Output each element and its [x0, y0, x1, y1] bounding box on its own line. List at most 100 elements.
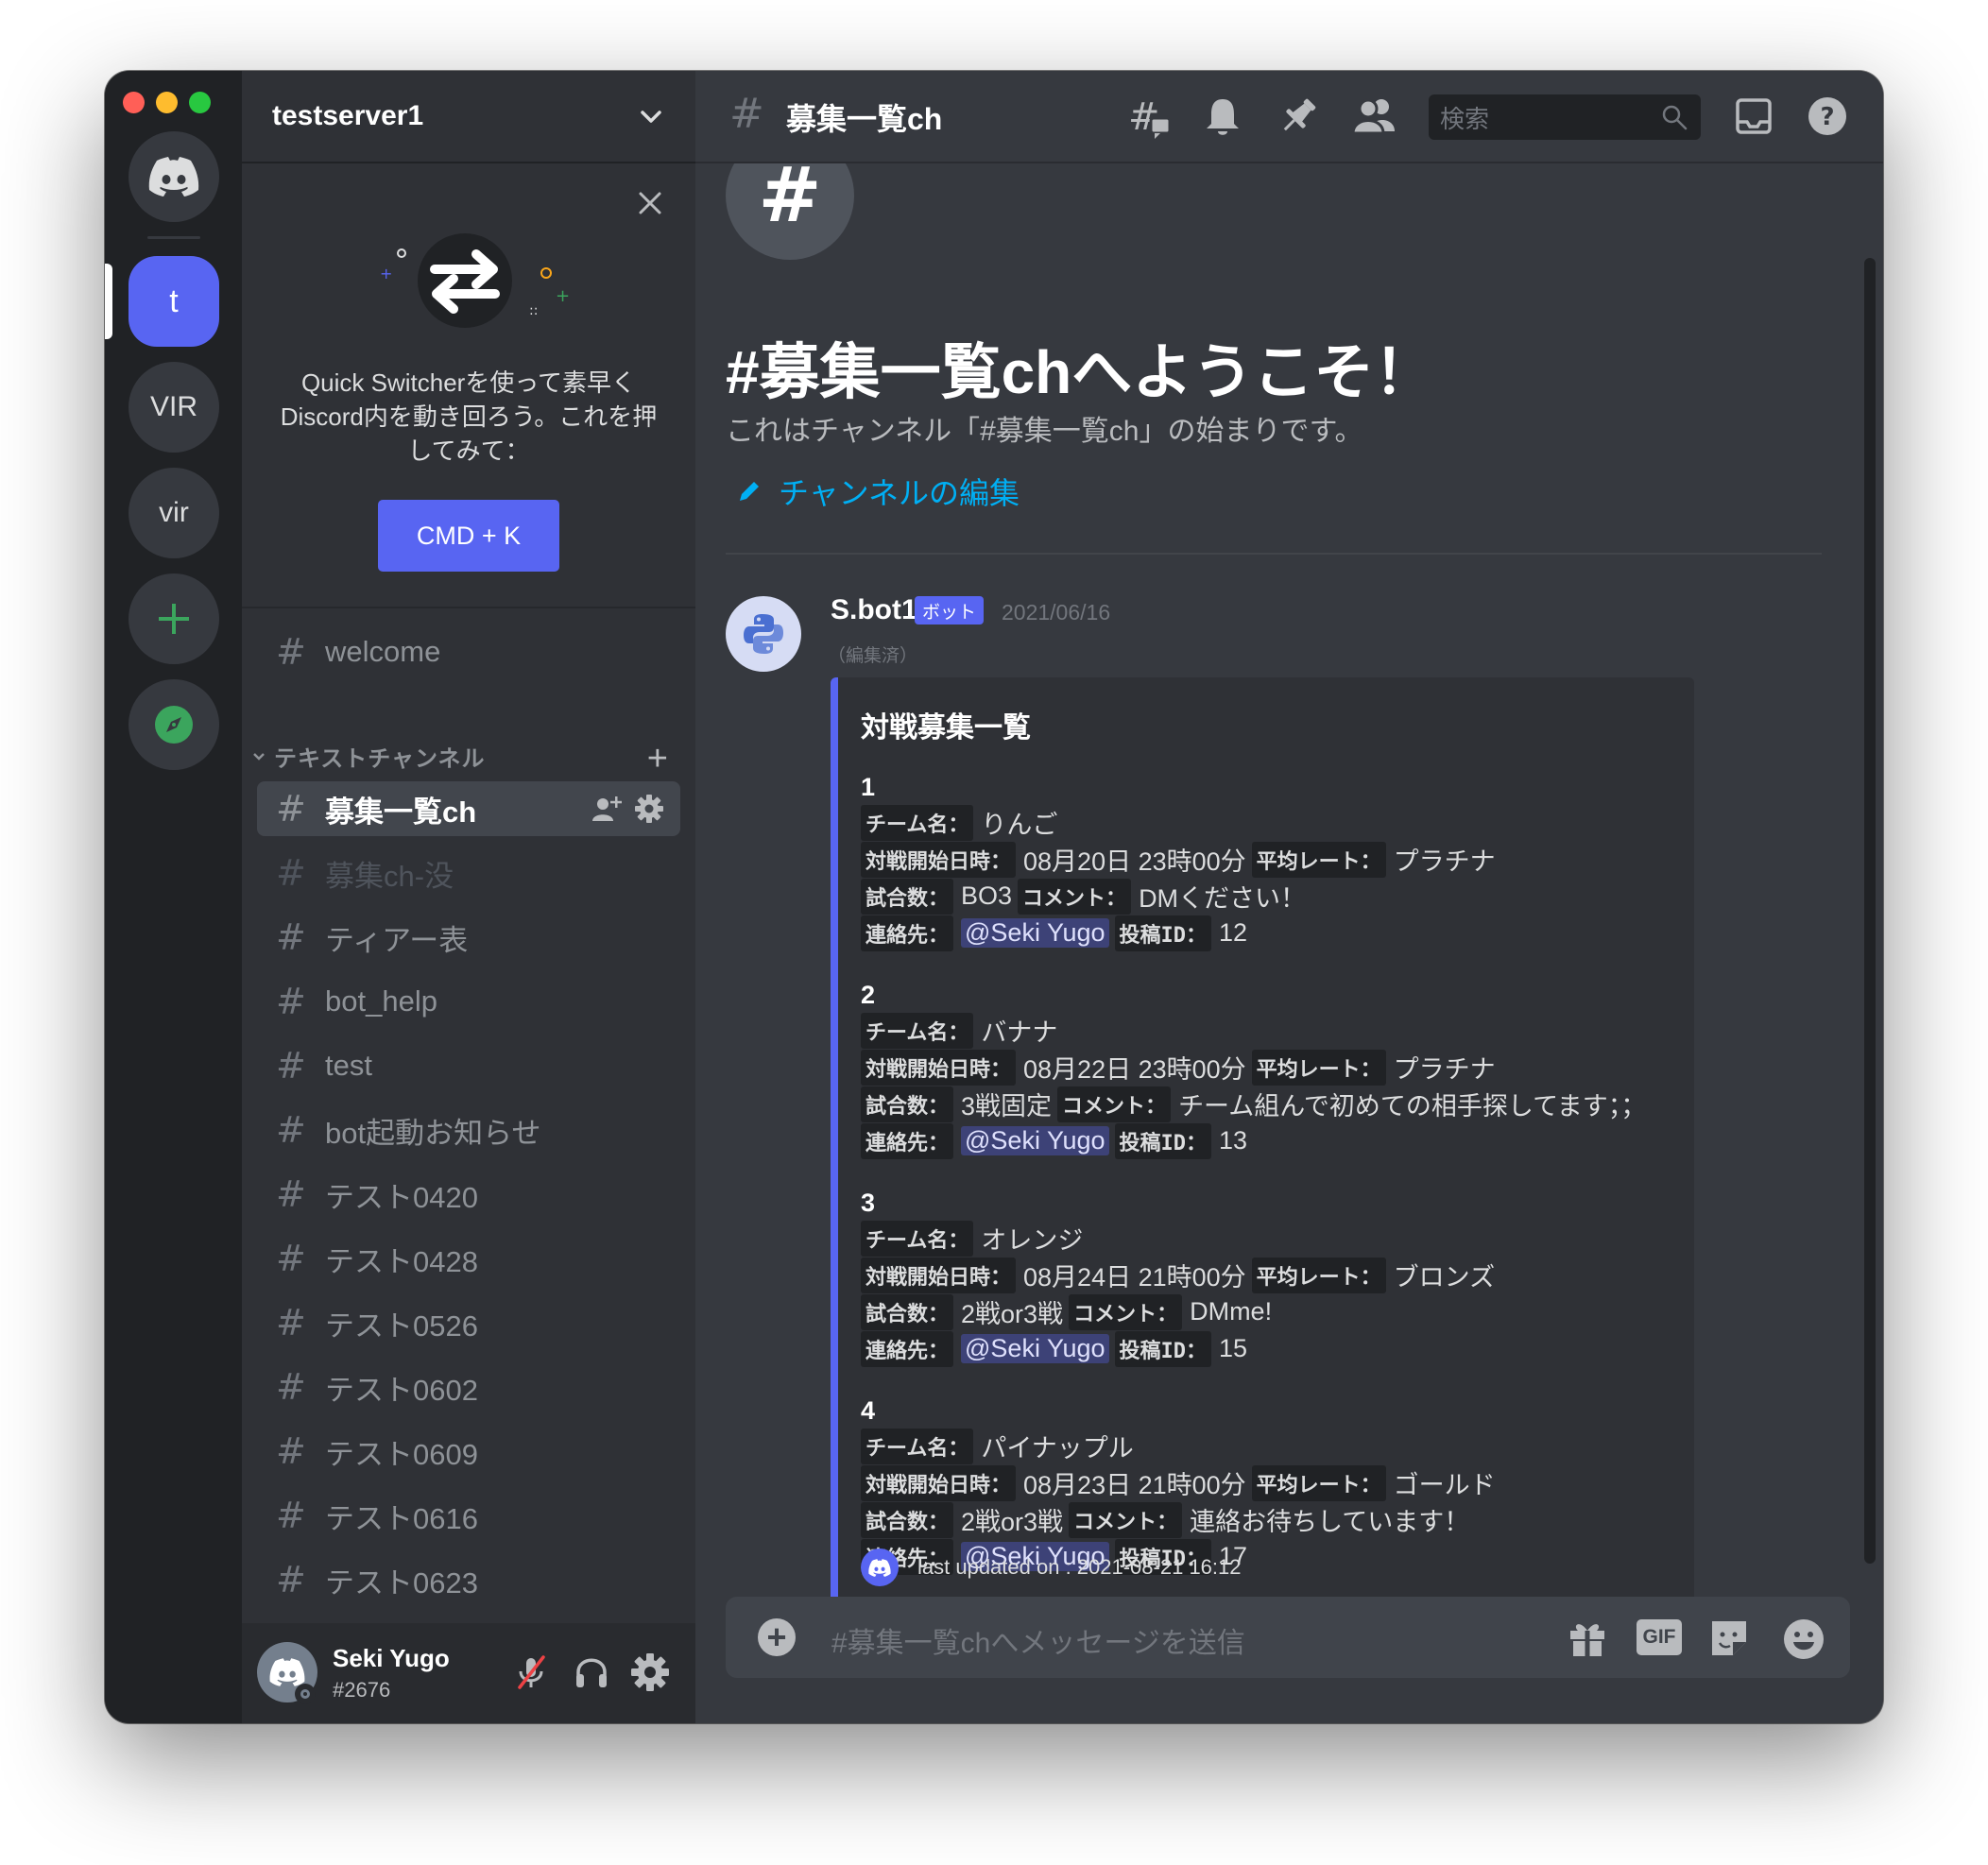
create-channel-icon[interactable]: + [647, 739, 669, 779]
server-vir[interactable]: vir [129, 468, 219, 558]
channel-label: テスト0420 [325, 1180, 478, 1214]
help-icon[interactable]: ? [1807, 95, 1848, 137]
channel-テスト0623[interactable]: # テスト0623 [257, 1552, 680, 1607]
gift-icon[interactable] [1567, 1617, 1608, 1659]
close-window-button[interactable] [123, 92, 145, 113]
upload-plus-icon[interactable]: + [758, 1617, 796, 1656]
emoji-icon[interactable] [1782, 1617, 1825, 1661]
entry-number: 1 [861, 773, 876, 801]
channel-テスト0609[interactable]: # テスト0609 [257, 1424, 680, 1479]
field-label: コメント： [1018, 878, 1132, 915]
user-mention[interactable]: @Seki Yugo [961, 918, 1109, 948]
entry-line: チーム名： りんご [861, 804, 1694, 841]
hash-icon: # [276, 1430, 306, 1472]
server-VIR[interactable]: VIR [129, 362, 219, 453]
field-label: コメント： [1069, 1293, 1183, 1330]
channel-label: 募集一覧ch [325, 795, 477, 829]
hash-icon: # [276, 1109, 306, 1151]
channel-ティアー表[interactable]: # ティアー表 [257, 910, 680, 965]
post-id: 12 [1219, 918, 1248, 947]
edit-channel-label: チャンネルの編集 [779, 476, 1020, 510]
close-icon[interactable] [637, 190, 663, 216]
status-badge [295, 1684, 316, 1704]
field-label: 対戦開始日時： [861, 1464, 1017, 1501]
bot-badge: ボット [915, 596, 985, 625]
channel-title: 募集一覧ch [786, 102, 943, 136]
field-label: 対戦開始日時： [861, 841, 1017, 878]
average-rate: プラチナ [1393, 1055, 1496, 1084]
channel-テスト0602[interactable]: # テスト0602 [257, 1360, 680, 1414]
server-t[interactable]: t [129, 256, 219, 347]
list-item: 3 チーム名： オレンジ 対戦開始日時： 08月24日 21時00分 平均レート… [861, 1186, 1694, 1367]
channel-label: テスト0609 [325, 1437, 478, 1471]
channel-test[interactable]: # test [257, 1038, 680, 1093]
post-id: 15 [1219, 1334, 1248, 1362]
channel-テスト0616[interactable]: # テスト0616 [257, 1488, 680, 1543]
message-author[interactable]: S.bot1 [831, 594, 917, 626]
members-icon[interactable] [1351, 95, 1397, 137]
message-composer[interactable]: + #募集一覧chへメッセージを送信 GIF [726, 1597, 1850, 1678]
channel-テスト0428[interactable]: # テスト0428 [257, 1231, 680, 1286]
channel-hash-icon: # [726, 163, 854, 260]
gear-icon[interactable] [635, 795, 663, 823]
edit-channel-link[interactable]: チャンネルの編集 [737, 470, 1020, 513]
minimize-window-button[interactable] [156, 92, 178, 113]
field-label: 投稿ID： [1114, 915, 1212, 951]
hash-icon: # [276, 1045, 306, 1086]
gif-icon[interactable]: GIF [1637, 1619, 1682, 1655]
search-input[interactable]: 検索 [1429, 94, 1701, 140]
scrollbar[interactable] [1864, 258, 1876, 1564]
pin-icon[interactable] [1277, 95, 1319, 137]
rail-separator [147, 236, 200, 239]
quick-switcher-button[interactable]: CMD + K [378, 500, 559, 572]
bot-avatar[interactable] [726, 596, 801, 672]
average-rate: プラチナ [1393, 847, 1496, 876]
inbox-icon[interactable] [1733, 95, 1774, 137]
field-label: コメント： [1057, 1086, 1172, 1122]
microphone-muted-icon[interactable] [512, 1653, 550, 1691]
channel-募集ch-没[interactable]: # 募集ch-没 [257, 846, 680, 900]
gear-icon[interactable] [631, 1653, 669, 1691]
channel-bot_help[interactable]: # bot_help [257, 974, 680, 1029]
search-icon [1662, 105, 1688, 130]
home-button[interactable] [129, 131, 219, 222]
start-datetime: 08月23日 21時00分 [1023, 1471, 1246, 1499]
message-input[interactable]: #募集一覧chへメッセージを送信 [831, 1619, 1245, 1661]
field-label: 対戦開始日時： [861, 1049, 1017, 1086]
category-label: テキストチャンネル [274, 745, 486, 772]
user-discriminator: #2676 [333, 1678, 391, 1702]
channel-テスト0526[interactable]: # テスト0526 [257, 1295, 680, 1350]
sticker-icon[interactable] [1708, 1617, 1750, 1659]
discord-logo-icon [269, 1658, 305, 1686]
zoom-window-button[interactable] [189, 92, 211, 113]
field-label: 試合数： [861, 1086, 954, 1122]
comment: DMください！ [1139, 884, 1307, 913]
category-text-channels[interactable]: テキストチャンネル + [249, 737, 680, 779]
channel-募集一覧ch[interactable]: # 募集一覧ch [257, 781, 680, 836]
explore-servers-button[interactable] [129, 679, 219, 770]
post-id: 13 [1219, 1126, 1248, 1155]
channel-welcome[interactable]: # welcome [257, 625, 680, 679]
threads-icon[interactable]: # [1126, 95, 1172, 141]
bell-icon[interactable] [1202, 95, 1243, 137]
field-label: チーム名： [861, 804, 974, 841]
hash-icon: # [729, 90, 764, 138]
entry-line: 対戦開始日時： 08月24日 21時00分 平均レート： ブロンズ [861, 1257, 1694, 1293]
edited-label: （編集済） [828, 646, 918, 666]
user-mention[interactable]: @Seki Yugo [961, 1334, 1109, 1363]
headphones-icon[interactable] [573, 1653, 610, 1691]
channel-bot起動お知らせ[interactable]: # bot起動お知らせ [257, 1103, 680, 1157]
list-item: 2 チーム名： バナナ 対戦開始日時： 08月22日 23時00分 平均レート：… [861, 978, 1694, 1159]
server-header[interactable]: testserver1 [242, 71, 695, 163]
hash-icon: # [276, 916, 306, 958]
hash-icon: # [276, 1559, 306, 1600]
user-mention[interactable]: @Seki Yugo [961, 1126, 1109, 1155]
discord-window: t VIR vir testserver1 + +:: Quick Switc… [105, 71, 1883, 1723]
field-label: 平均レート： [1251, 1464, 1386, 1501]
add-server-button[interactable] [129, 573, 219, 664]
match-count: 2戦or3戦 [961, 1508, 1064, 1536]
entry-line: 対戦開始日時： 08月22日 23時00分 平均レート： プラチナ [861, 1049, 1694, 1086]
channel-テスト0420[interactable]: # テスト0420 [257, 1167, 680, 1222]
comment: チーム組んで初めての相手探してます；； [1178, 1092, 1647, 1121]
invite-icon[interactable] [591, 795, 622, 823]
